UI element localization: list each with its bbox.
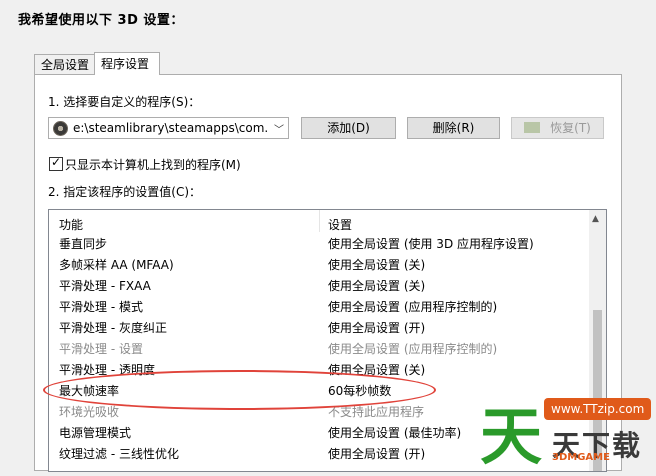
tab-program-settings[interactable]: 程序设置 bbox=[94, 52, 160, 75]
row-feature: 垂直同步 bbox=[59, 237, 108, 251]
restore-button-label: 恢复(T) bbox=[550, 121, 591, 135]
checkmark-icon: ✓ bbox=[51, 155, 62, 169]
nvidia-icon bbox=[524, 122, 541, 133]
column-header-setting[interactable]: 设置 bbox=[328, 216, 352, 233]
program-select[interactable]: e:\steamlibrary\steamapps\com... ﹀ bbox=[48, 117, 289, 139]
show-local-programs-label[interactable]: 只显示本计算机上找到的程序(M) bbox=[65, 156, 241, 173]
column-divider[interactable] bbox=[319, 210, 320, 232]
table-row[interactable]: 平滑处理 - FXAA 使用全局设置 (关) bbox=[49, 276, 589, 297]
watermark-url: www.TTzip.com bbox=[544, 398, 652, 420]
row-setting: 使用全局设置 (应用程序控制的) bbox=[328, 300, 498, 314]
row-setting: 使用全局设置 (关) bbox=[328, 279, 426, 293]
chevron-down-icon[interactable]: ﹀ bbox=[274, 121, 284, 136]
row-feature: 多帧采样 AA (MFAA) bbox=[59, 258, 174, 272]
page-heading: 我希望使用以下 3D 设置： bbox=[18, 13, 184, 28]
row-feature: 环境光吸收 bbox=[59, 405, 120, 419]
add-button[interactable]: 添加(D) bbox=[301, 117, 396, 139]
show-local-programs-checkbox[interactable]: ✓ bbox=[49, 155, 63, 171]
row-setting: 使用全局设置 (开) bbox=[328, 447, 426, 461]
table-row[interactable]: 平滑处理 - 设置 使用全局设置 (应用程序控制的) bbox=[49, 339, 589, 360]
watermark-logo: 天 www.TTzip.com 天下载 3DMGAME bbox=[480, 392, 656, 473]
table-row[interactable]: 平滑处理 - 模式 使用全局设置 (应用程序控制的) bbox=[49, 297, 589, 318]
row-feature: 平滑处理 - 模式 bbox=[59, 300, 143, 314]
restore-button[interactable]: 恢复(T) bbox=[511, 117, 604, 139]
tab-global-settings[interactable]: 全局设置 bbox=[34, 54, 100, 75]
row-feature: 纹理过滤 - 三线性优化 bbox=[59, 447, 179, 461]
row-setting: 使用全局设置 (关) bbox=[328, 258, 426, 272]
row-setting: 使用全局设置 (应用程序控制的) bbox=[328, 342, 498, 356]
table-row[interactable]: 垂直同步 使用全局设置 (使用 3D 应用程序设置) bbox=[49, 234, 589, 255]
table-row[interactable]: 多帧采样 AA (MFAA) 使用全局设置 (关) bbox=[49, 255, 589, 276]
specify-settings-label: 2. 指定该程序的设置值(C)： bbox=[48, 185, 202, 199]
select-program-label: 1. 选择要自定义的程序(S)： bbox=[48, 95, 201, 109]
program-select-value: e:\steamlibrary\steamapps\com... bbox=[73, 121, 269, 135]
row-feature: 平滑处理 - 灰度纠正 bbox=[59, 321, 167, 335]
column-header-feature[interactable]: 功能 bbox=[59, 216, 83, 233]
row-setting: 使用全局设置 (开) bbox=[328, 321, 426, 335]
table-row[interactable]: 平滑处理 - 灰度纠正 使用全局设置 (开) bbox=[49, 318, 589, 339]
delete-button[interactable]: 删除(R) bbox=[407, 117, 500, 139]
row-setting: 使用全局设置 (使用 3D 应用程序设置) bbox=[328, 237, 534, 251]
scroll-up-arrow-icon[interactable]: ▲ bbox=[592, 214, 599, 224]
watermark-big-char: 天 bbox=[480, 400, 543, 473]
highlight-ellipse bbox=[43, 370, 436, 410]
watermark-brand: 3DMGAME bbox=[552, 452, 610, 463]
row-feature: 平滑处理 - 设置 bbox=[59, 342, 143, 356]
row-feature: 电源管理模式 bbox=[59, 426, 132, 440]
program-icon bbox=[53, 121, 68, 136]
row-feature: 平滑处理 - FXAA bbox=[59, 279, 151, 293]
row-setting: 使用全局设置 (最佳功率) bbox=[328, 426, 462, 440]
